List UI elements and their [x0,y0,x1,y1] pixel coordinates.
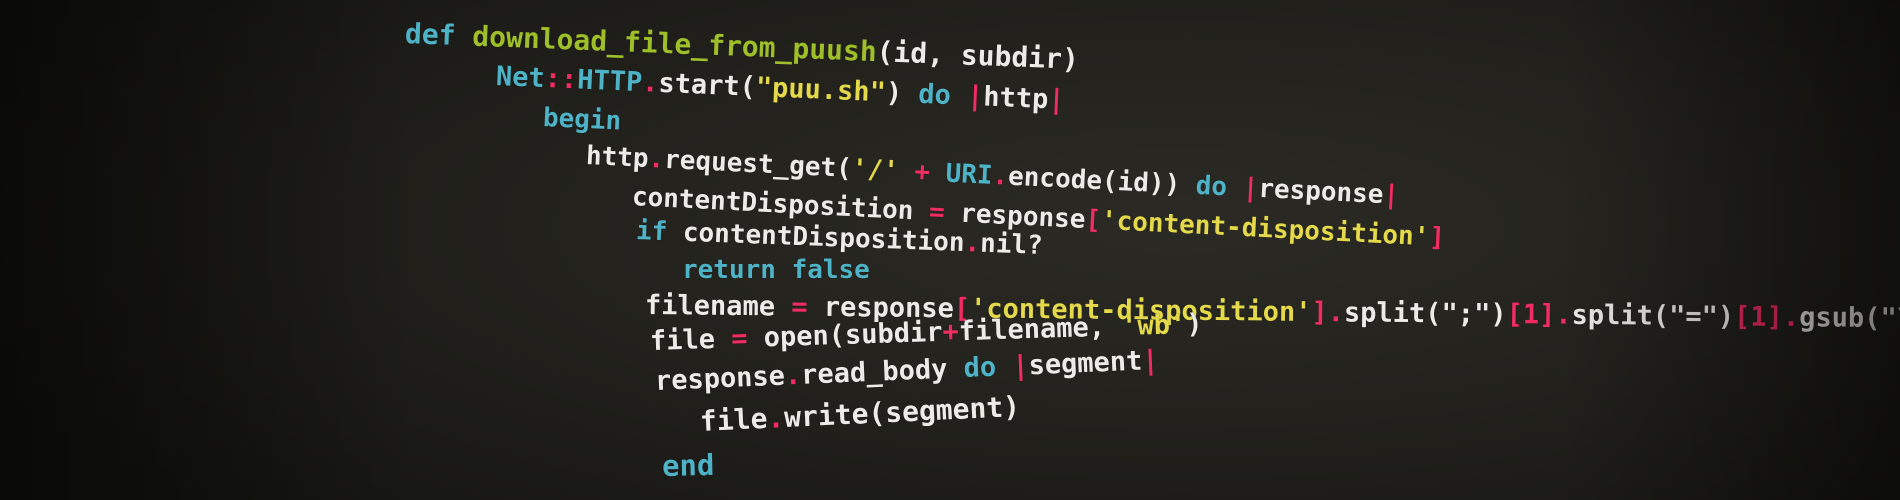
code-token: file [699,401,769,438]
code-token: ]. [1311,296,1345,329]
code-token: . [784,359,802,392]
code-token: + [941,316,960,348]
code-token: | [1382,180,1400,211]
code-token: split("=") [1571,299,1735,333]
code-token: ] [1428,222,1446,254]
code-token: if [635,216,684,248]
code-token: nil? [979,228,1044,261]
code-token: . [766,401,785,435]
code-token: + [897,156,947,189]
code-token: segment [1027,345,1143,382]
code-token: encode(id)) [1007,161,1197,201]
code-token: http [585,141,650,175]
code-token: "puu.sh" [755,71,887,109]
code-token: = [928,197,962,229]
code-token: [1]. [1733,301,1800,334]
code-token: download_file_from_puush [471,19,878,69]
code-token: return false [682,255,870,285]
code-token: [1]. [1506,299,1572,331]
code-token: | [1011,350,1030,383]
code-token: 'content-disposition' [1100,205,1431,253]
code-token: begin [542,103,622,137]
code-token: filename, [958,311,1122,348]
code-token: | [1047,84,1066,116]
code-token: | [966,80,984,113]
code-token: (id, subdir) [876,35,1080,76]
code-token: 'wb' [1120,309,1187,343]
code-line-7: return false [682,257,870,283]
code-token: do [1195,170,1244,204]
code-token: write(segment) [783,389,1021,435]
code-line-11: file.write(segment) [699,389,1021,438]
code-token: open(subdir [763,316,943,354]
code-token: gsub("\"", "") [1798,302,1900,335]
code-block: def download_file_from_puush(id, subdir)… [0,0,1900,500]
code-token: file [649,323,732,357]
code-token: = [730,322,765,355]
code-token: | [1141,344,1160,377]
code-token: [ [1084,204,1102,236]
code-line-12: end [661,447,715,483]
code-token: def [404,17,474,53]
code-token: ) [1185,308,1203,341]
code-token: . [991,160,1009,192]
code-token: URI [944,158,994,191]
code-token: :: [544,63,578,96]
code-token: . [641,67,660,99]
code-token: = [791,291,824,323]
code-token: HTTP [576,64,643,99]
code-token: end [661,447,715,483]
code-token: '/' [851,154,900,187]
code-token: do [917,78,968,112]
code-token: . [963,228,981,259]
code-token: http [982,81,1049,116]
code-token: . [647,144,665,175]
code-line-3: begin [542,103,622,137]
code-token: ) [885,77,919,110]
code-token: Net [495,61,546,95]
code-token: start( [657,67,757,103]
code-screen: def download_file_from_puush(id, subdir)… [0,0,1900,500]
code-token: do [962,351,1013,385]
code-token: split(";") [1343,297,1507,331]
code-token: response [654,360,786,397]
code-token: response [1257,173,1385,210]
code-token: filename [644,290,792,323]
code-token: read_body [800,353,965,391]
code-token: | [1241,173,1260,204]
code-token: request_get( [663,144,853,184]
